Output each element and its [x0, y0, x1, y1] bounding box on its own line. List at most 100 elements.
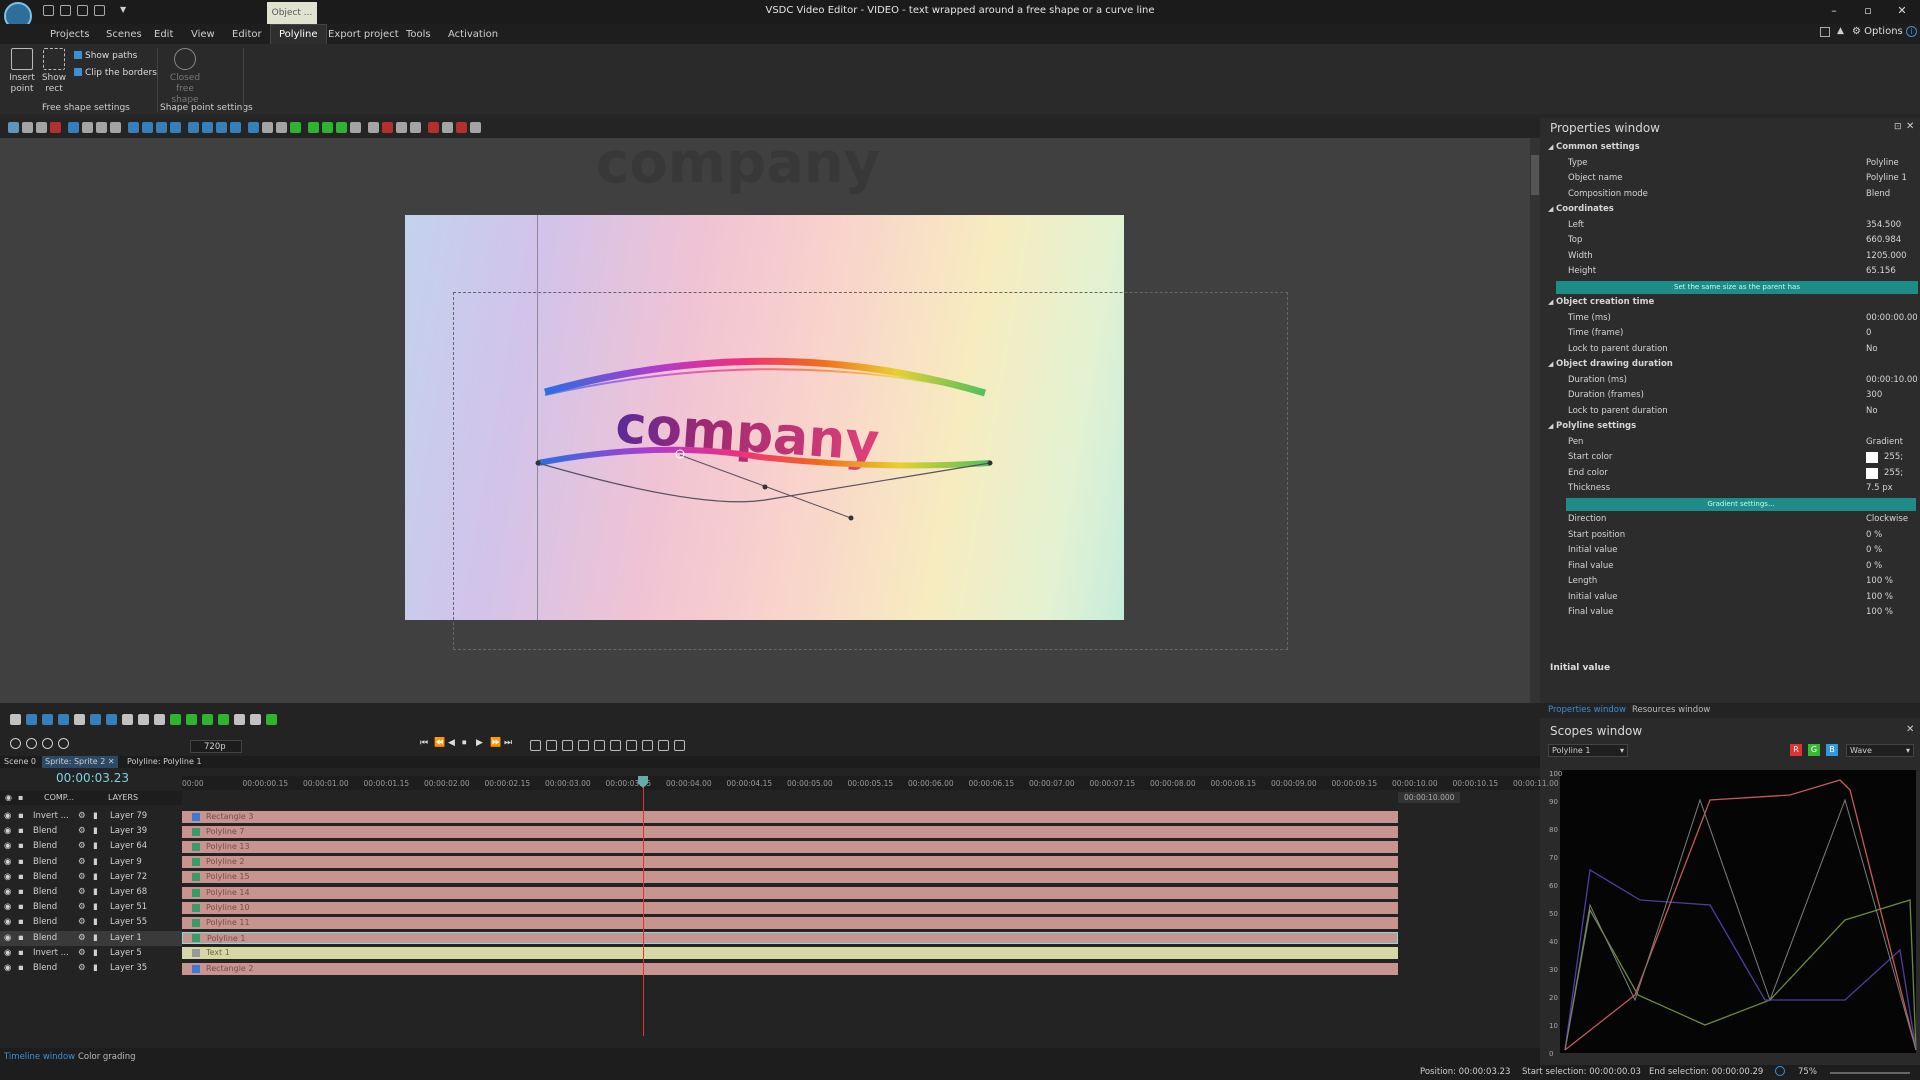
property-row[interactable]: Left 354.500	[1548, 218, 1920, 233]
menu-editor[interactable]: Editor	[232, 29, 262, 40]
timeline-tool-icon[interactable]	[58, 738, 69, 749]
toolbar-tool-icon[interactable]	[142, 122, 153, 133]
toolbar-tool-icon[interactable]	[8, 122, 19, 133]
property-value[interactable]: 0 %	[1866, 528, 1882, 543]
menu-activation[interactable]: Activation	[448, 29, 498, 40]
scope-mode-select[interactable]: Wave ▾	[1846, 744, 1914, 757]
property-value[interactable]: 7.5 px	[1866, 481, 1893, 496]
eye-icon[interactable]: ◉	[4, 900, 11, 915]
tab-scene-0[interactable]: Scene 0	[4, 757, 36, 766]
lock-icon[interactable]: ▪	[18, 870, 24, 885]
toolbar-tool-icon[interactable]	[202, 122, 213, 133]
property-row[interactable]: Lock to parent duration No	[1548, 342, 1920, 357]
blend-mode[interactable]: Invert ...	[33, 946, 69, 961]
expand-arrow-icon[interactable]: ◢	[1548, 202, 1553, 217]
add-object-icon[interactable]	[26, 714, 37, 725]
toolbar-tool-icon[interactable]	[188, 122, 199, 133]
toolbar-tool-icon[interactable]	[410, 122, 421, 133]
lock-icon[interactable]: ▪	[18, 855, 24, 870]
property-row[interactable]: Pen Gradient	[1548, 435, 1920, 450]
add-object-icon[interactable]	[250, 714, 261, 725]
layer-visibility-icon[interactable]: ▮	[93, 961, 98, 976]
tab-polyline-1[interactable]: Polyline: Polyline 1	[127, 757, 202, 766]
layer-row[interactable]: ◉ ▪ Blend ⚙ ▮ Layer 55	[0, 915, 182, 930]
toolbar-tool-icon[interactable]	[110, 122, 121, 133]
property-row[interactable]: Top 660.984	[1548, 233, 1920, 248]
playback-control-icon[interactable]: ⏭	[504, 738, 512, 748]
property-value[interactable]: Polyline 1	[1866, 171, 1907, 186]
property-section[interactable]: Object drawing duration ◢	[1548, 357, 1920, 372]
settings-icon[interactable]: ⚙	[78, 885, 86, 900]
layer-row[interactable]: ◉ ▪ Blend ⚙ ▮ Layer 72	[0, 870, 182, 885]
layer-visibility-icon[interactable]: ▮	[93, 900, 98, 915]
blend-mode[interactable]: Invert ...	[33, 809, 69, 824]
layer-row[interactable]: ◉ ▪ Blend ⚙ ▮ Layer 1	[0, 930, 182, 946]
property-row[interactable]: Initial value 100 %	[1548, 590, 1920, 605]
maximize-icon[interactable]: ▫	[1860, 4, 1876, 18]
add-object-icon[interactable]	[202, 714, 213, 725]
settings-icon[interactable]: ⚙	[78, 855, 86, 870]
timeline-clip[interactable]: Polyline 10	[182, 901, 1398, 914]
layer-visibility-icon[interactable]: ▮	[93, 855, 98, 870]
pin-icon[interactable]: ⊡	[1894, 122, 1902, 132]
blend-mode[interactable]: Blend	[33, 839, 57, 854]
tab-color-grading[interactable]: Color grading	[78, 1052, 136, 1062]
property-value[interactable]: 100 %	[1866, 574, 1893, 589]
collapse-ribbon-icon[interactable]: ▲	[1837, 26, 1844, 36]
blend-mode[interactable]: Blend	[33, 870, 57, 885]
settings-icon[interactable]: ⚙	[78, 915, 86, 930]
layer-visibility-icon[interactable]: ▮	[93, 915, 98, 930]
timeline-edit-icon[interactable]	[562, 740, 573, 751]
add-object-icon[interactable]	[106, 714, 117, 725]
timeline-clip[interactable]: Rectangle 2	[182, 962, 1398, 975]
settings-icon[interactable]: ⚙	[78, 809, 86, 824]
toolbar-tool-icon[interactable]	[248, 122, 259, 133]
settings-icon[interactable]: ⚙	[78, 931, 86, 946]
toolbar-tool-icon[interactable]	[50, 122, 61, 133]
toolbar-tool-icon[interactable]	[322, 122, 333, 133]
eye-icon[interactable]: ◉	[4, 855, 11, 870]
eye-icon[interactable]: ◉	[4, 946, 11, 961]
lock-icon[interactable]: ▪	[18, 885, 24, 900]
new-file-icon[interactable]	[43, 5, 54, 16]
property-row[interactable]: Height 65.156	[1548, 264, 1920, 279]
add-object-icon[interactable]	[122, 714, 133, 725]
blend-mode[interactable]: Blend	[33, 915, 57, 930]
layer-row[interactable]: ◉ ▪ Blend ⚙ ▮ Layer 64	[0, 839, 182, 854]
timeline-clip[interactable]: Polyline 15	[182, 871, 1398, 884]
property-row[interactable]: Duration (ms) 00:00:10.00	[1548, 373, 1920, 388]
property-row[interactable]: Length 100 %	[1548, 574, 1920, 589]
playback-control-icon[interactable]: ⏩	[490, 738, 501, 748]
eye-icon[interactable]: ◉	[4, 961, 11, 976]
property-value[interactable]: 100 %	[1866, 590, 1893, 605]
property-value[interactable]: 0 %	[1866, 543, 1882, 558]
toolbar-tool-icon[interactable]	[128, 122, 139, 133]
timeline-tool-icon[interactable]	[26, 738, 37, 749]
blend-mode[interactable]: Blend	[33, 961, 57, 976]
clip-borders-checkbox[interactable]: Clip the borders	[74, 68, 157, 78]
menu-scenes[interactable]: Scenes	[106, 29, 142, 40]
closed-free-shape-button[interactable]: Closed free shape	[168, 48, 202, 106]
blue-channel-toggle[interactable]: B	[1826, 744, 1838, 756]
expand-arrow-icon[interactable]: ◢	[1548, 419, 1553, 434]
quick-access-dropdown-icon[interactable]: ▼	[120, 5, 126, 14]
property-value[interactable]: 100 %	[1866, 605, 1893, 620]
toolbar-tool-icon[interactable]	[82, 122, 93, 133]
lock-icon[interactable]: ▪	[18, 915, 24, 930]
toolbar-tool-icon[interactable]	[396, 122, 407, 133]
settings-icon[interactable]: ⚙	[78, 946, 86, 961]
layer-visibility-icon[interactable]: ▮	[93, 885, 98, 900]
timeline-clip[interactable]: Polyline 1	[182, 932, 1398, 945]
add-object-icon[interactable]	[266, 714, 277, 725]
canvas-scroll-thumb[interactable]	[1531, 155, 1539, 195]
add-object-icon[interactable]	[10, 714, 21, 725]
end-marker[interactable]: 00:00:10.000	[1398, 792, 1461, 803]
property-value[interactable]: No	[1866, 404, 1878, 419]
property-value[interactable]: 354.500	[1866, 218, 1901, 233]
layer-row[interactable]: ◉ ▪ Blend ⚙ ▮ Layer 68	[0, 885, 182, 900]
settings-icon[interactable]: ⚙	[78, 870, 86, 885]
resolution-select[interactable]: 720p	[190, 740, 242, 753]
toolbar-tool-icon[interactable]	[428, 122, 439, 133]
timeline-edit-icon[interactable]	[674, 740, 685, 751]
add-object-icon[interactable]	[42, 714, 53, 725]
